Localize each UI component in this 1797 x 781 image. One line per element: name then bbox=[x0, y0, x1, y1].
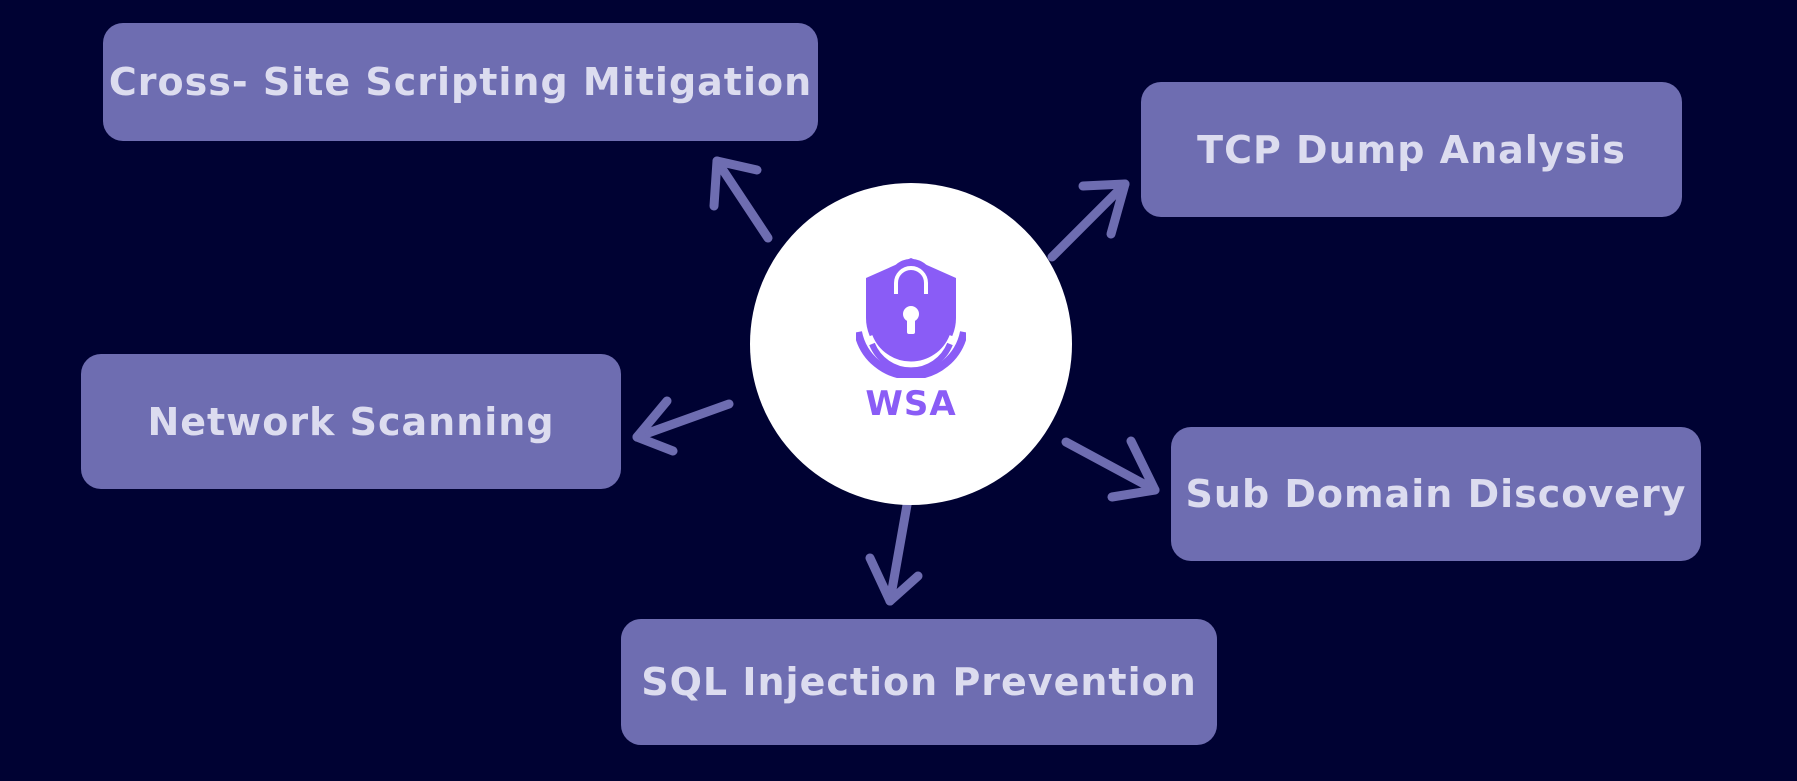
node-network-scanning: Network Scanning bbox=[81, 354, 621, 489]
diagram-canvas: Cross- Site Scripting Mitigation TCP Dum… bbox=[0, 0, 1797, 781]
node-label: Network Scanning bbox=[147, 399, 555, 444]
node-label: Cross- Site Scripting Mitigation bbox=[108, 60, 813, 104]
arrow-to-xss bbox=[709, 156, 773, 243]
node-label: Sub Domain Discovery bbox=[1185, 472, 1687, 516]
arrow-to-net bbox=[632, 396, 734, 456]
node-tcp-dump-analysis: TCP Dump Analysis bbox=[1141, 82, 1682, 217]
hub-circle: WSA bbox=[750, 183, 1072, 505]
node-sub-domain-discovery: Sub Domain Discovery bbox=[1171, 427, 1701, 561]
node-label: TCP Dump Analysis bbox=[1197, 127, 1626, 172]
shield-lock-icon bbox=[856, 258, 966, 378]
node-cross-site-scripting-mitigation: Cross- Site Scripting Mitigation bbox=[103, 23, 818, 141]
node-label: SQL Injection Prevention bbox=[641, 660, 1197, 704]
node-sql-injection-prevention: SQL Injection Prevention bbox=[621, 619, 1217, 745]
arrow-to-sql bbox=[865, 500, 923, 606]
arrow-to-sub bbox=[1061, 436, 1160, 502]
hub-label: WSA bbox=[865, 384, 957, 424]
arrow-to-tcp bbox=[1047, 179, 1130, 262]
